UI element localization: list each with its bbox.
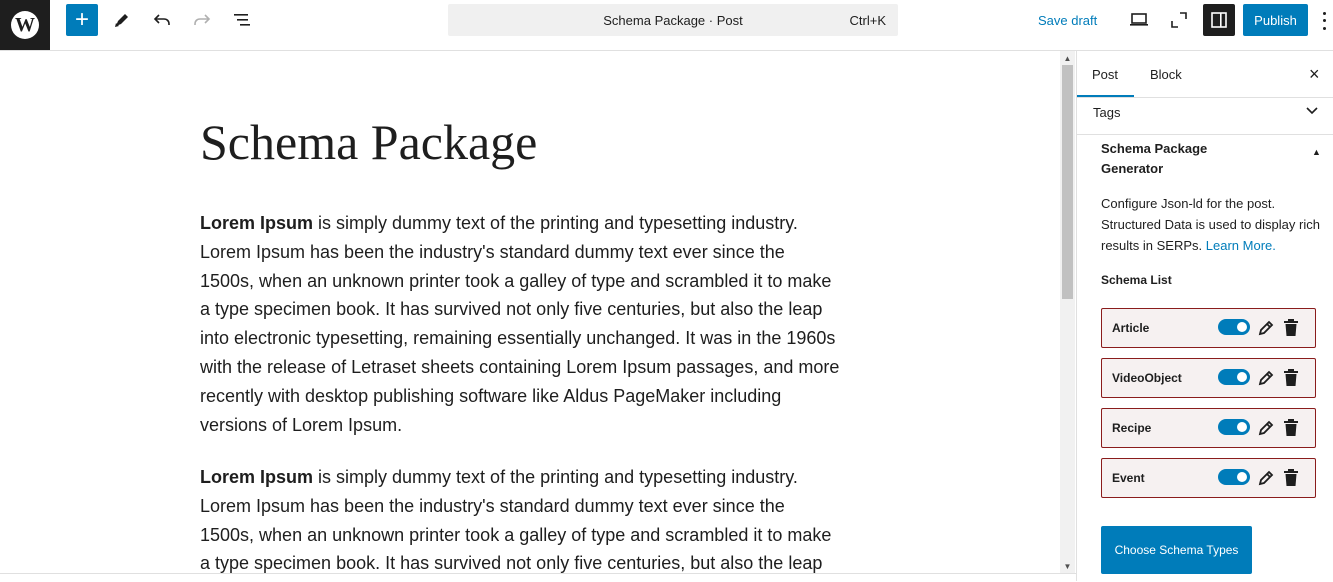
schema-toggle[interactable] — [1218, 419, 1250, 435]
fullscreen-icon — [1171, 12, 1187, 28]
toggle-knob — [1237, 422, 1247, 432]
edit-pencil-icon[interactable] — [1257, 369, 1275, 387]
tags-label: Tags — [1093, 105, 1121, 120]
tab-block[interactable]: Block — [1150, 67, 1182, 82]
desktop-icon — [1130, 13, 1148, 26]
schema-generator-description: Configure Json-ld for the post. Structur… — [1101, 193, 1321, 256]
paragraph-text: is simply dummy text of the printing and… — [200, 213, 840, 435]
document-title: Schema Package · Post — [603, 13, 743, 28]
scrollbar-thumb[interactable] — [1062, 65, 1073, 299]
trash-icon[interactable] — [1283, 469, 1299, 487]
schema-name: Recipe — [1112, 421, 1152, 435]
pencil-icon — [115, 14, 128, 27]
bold-text: Lorem Ipsum — [200, 213, 314, 233]
preview-button[interactable] — [1123, 4, 1155, 36]
redo-button[interactable] — [186, 4, 218, 36]
schema-item-article: Article — [1101, 308, 1316, 348]
undo-icon — [153, 14, 170, 25]
settings-toggle-button[interactable] — [1203, 4, 1235, 36]
more-dot-icon — [1322, 26, 1326, 30]
trash-icon[interactable] — [1283, 369, 1299, 387]
bold-text: Lorem Ipsum — [200, 467, 314, 487]
editor-scrollbar[interactable]: ▲ ▼ — [1060, 51, 1075, 573]
save-draft-button[interactable]: Save draft — [1038, 13, 1097, 28]
toggle-knob — [1237, 322, 1247, 332]
schema-list-label: Schema List — [1101, 273, 1172, 287]
sidebar-icon — [1211, 12, 1227, 28]
redo-icon — [194, 14, 211, 25]
publish-button[interactable]: Publish — [1243, 4, 1308, 36]
schema-name: Article — [1112, 321, 1150, 335]
options-menu-button[interactable] — [1316, 10, 1332, 32]
schema-name: VideoObject — [1112, 371, 1182, 385]
toggle-knob — [1237, 472, 1247, 482]
add-block-button[interactable]: + — [66, 4, 98, 36]
trash-icon[interactable] — [1283, 319, 1299, 337]
schema-generator-title[interactable]: Schema Package Generator — [1101, 139, 1261, 179]
edit-pencil-icon[interactable] — [1257, 469, 1275, 487]
wordpress-logo-icon: W — [11, 11, 39, 39]
schema-toggle[interactable] — [1218, 369, 1250, 385]
learn-more-link[interactable]: Learn More. — [1206, 238, 1276, 253]
tab-post[interactable]: Post — [1092, 67, 1118, 82]
toggle-knob — [1237, 372, 1247, 382]
collapse-caret-icon[interactable]: ▲ — [1312, 147, 1321, 157]
schema-item-recipe: Recipe — [1101, 408, 1316, 448]
post-title[interactable]: Schema Package — [200, 113, 537, 171]
schema-item-event: Event — [1101, 458, 1316, 498]
editor-header: W + Schema Package · Post Ctrl+K Save dr… — [0, 0, 1333, 51]
settings-sidebar: Post Block × Tags Schema Package Generat… — [1076, 51, 1333, 581]
edit-pencil-icon[interactable] — [1257, 419, 1275, 437]
scroll-up-arrow-icon[interactable]: ▲ — [1060, 54, 1075, 63]
list-view-icon — [234, 14, 250, 26]
document-overview-button[interactable] — [226, 4, 258, 36]
shortcut-hint: Ctrl+K — [849, 13, 886, 28]
choose-schema-types-button[interactable]: Choose Schema Types — [1101, 526, 1252, 574]
undo-button[interactable] — [146, 4, 178, 36]
edit-pencil-icon[interactable] — [1257, 319, 1275, 337]
tools-pencil-button[interactable] — [106, 4, 138, 36]
more-dot-icon — [1322, 19, 1326, 23]
editor-canvas[interactable]: Schema Package Lorem Ipsum is simply dum… — [0, 51, 1060, 573]
close-icon[interactable]: × — [1309, 64, 1320, 85]
command-palette-button[interactable]: Schema Package · Post Ctrl+K — [448, 4, 898, 36]
tags-panel-toggle[interactable]: Tags — [1077, 97, 1333, 135]
fullscreen-button[interactable] — [1163, 4, 1195, 36]
paragraph-block[interactable]: Lorem Ipsum is simply dummy text of the … — [200, 209, 840, 439]
paragraph-block[interactable]: Lorem Ipsum is simply dummy text of the … — [200, 463, 840, 573]
schema-toggle[interactable] — [1218, 319, 1250, 335]
schema-name: Event — [1112, 471, 1145, 485]
schema-item-videoobject: VideoObject — [1101, 358, 1316, 398]
more-dot-icon — [1322, 12, 1326, 16]
trash-icon[interactable] — [1283, 419, 1299, 437]
wordpress-logo-button[interactable]: W — [0, 0, 50, 50]
scroll-down-arrow-icon[interactable]: ▼ — [1060, 562, 1075, 571]
chevron-down-icon — [1306, 107, 1318, 115]
schema-toggle[interactable] — [1218, 469, 1250, 485]
sidebar-tabs: Post Block × — [1077, 51, 1333, 98]
